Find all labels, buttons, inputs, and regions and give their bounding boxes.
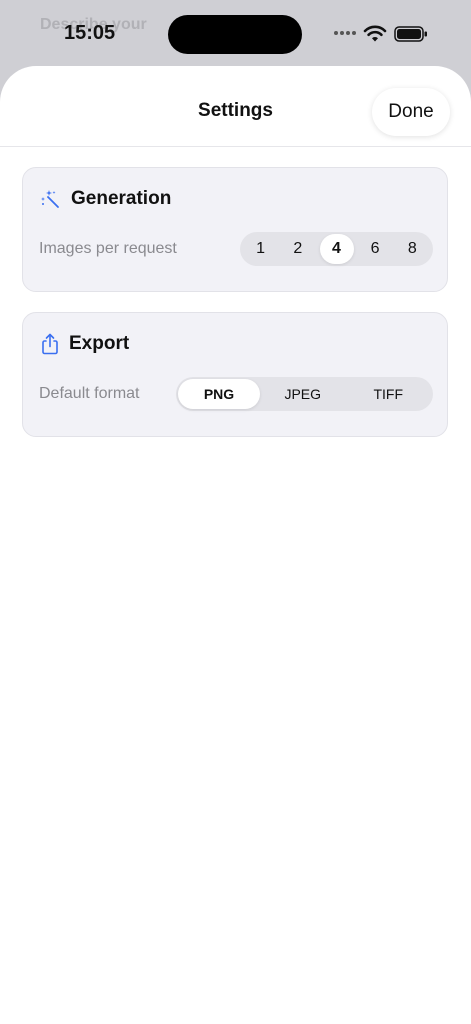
format-option-jpeg[interactable]: JPEG	[260, 379, 346, 409]
cellular-signal-icon	[334, 31, 358, 39]
share-icon	[42, 333, 58, 355]
format-option-png[interactable]: PNG	[178, 379, 260, 409]
export-title: Export	[69, 333, 130, 354]
count-option-1[interactable]: 1	[242, 234, 279, 264]
images-per-request-label: Images per request	[39, 240, 177, 257]
done-button[interactable]: Done	[372, 88, 450, 136]
settings-sheet: Settings Done Generation Images per requ…	[0, 66, 471, 1024]
default-format-picker: PNG JPEG TIFF	[176, 377, 433, 411]
battery-icon	[394, 26, 427, 42]
wifi-icon	[363, 25, 387, 42]
default-format-label: Default format	[39, 385, 140, 402]
status-bar: 15:05	[0, 0, 471, 66]
count-option-4[interactable]: 4	[319, 234, 354, 264]
status-time: 15:05	[64, 22, 116, 44]
count-option-2[interactable]: 2	[279, 234, 316, 264]
count-option-8[interactable]: 8	[394, 234, 431, 264]
dynamic-island	[168, 15, 302, 54]
generation-title: Generation	[71, 188, 172, 209]
count-option-6[interactable]: 6	[357, 234, 394, 264]
export-card: Export Default format PNG JPEG TIFF	[22, 312, 448, 437]
images-per-request-picker: 1 2 4 6 8	[240, 232, 433, 266]
sheet-header: Settings Done	[0, 66, 471, 147]
generation-card: Generation Images per request 1 2 4 6 8	[22, 167, 448, 292]
format-option-tiff[interactable]: TIFF	[346, 379, 432, 409]
magic-wand-icon	[41, 190, 59, 208]
